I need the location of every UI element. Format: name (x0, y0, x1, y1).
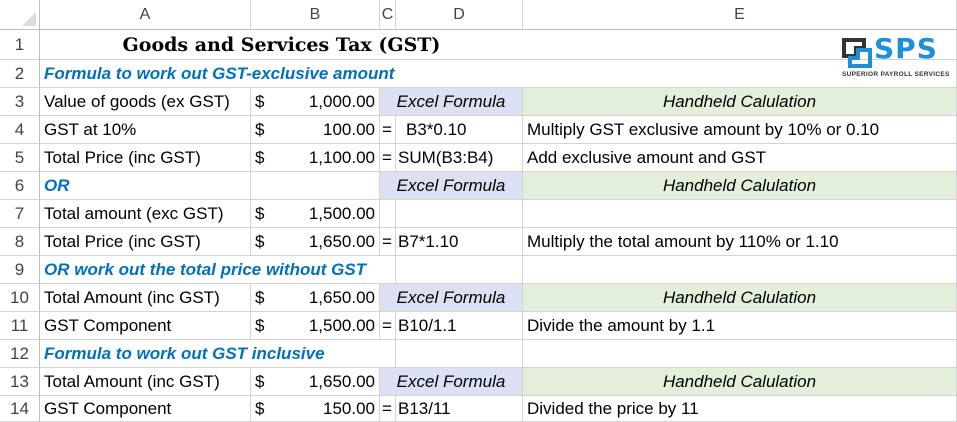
cell-d12[interactable] (396, 340, 523, 368)
cell-c8[interactable]: = (380, 228, 396, 256)
cell-c12[interactable] (380, 340, 396, 368)
row-header-1[interactable]: 1 (0, 30, 40, 60)
cell-d11[interactable]: B10/1.1 (396, 312, 523, 340)
cell-e5[interactable]: Add exclusive amount and GST (523, 144, 957, 172)
cell-c5[interactable]: = (380, 144, 396, 172)
cell-e11[interactable]: Divide the amount by 1.1 (523, 312, 957, 340)
cell-b10-symbol: $ (251, 284, 281, 312)
cell-d5[interactable]: SUM(B3:B4) (396, 144, 523, 172)
cell-d8[interactable]: B7*1.10 (396, 228, 523, 256)
cell-e14[interactable]: Divided the price by 11 (523, 396, 957, 422)
cell-a14[interactable]: GST Component (40, 396, 251, 422)
row-header-5[interactable]: 5 (0, 144, 40, 172)
row-header-8[interactable]: 8 (0, 228, 40, 256)
column-header-c[interactable]: C (380, 0, 396, 30)
sps-logo-icon (842, 38, 872, 68)
cell-b5[interactable]: 1,100.00 (281, 144, 380, 172)
section-heading: Formula to work out GST-exclusive amount (44, 63, 395, 83)
cell-b10[interactable]: 1,650.00 (281, 284, 380, 312)
column-header-a[interactable]: A (40, 0, 251, 30)
cell-c14[interactable]: = (380, 396, 396, 422)
cell-e12[interactable] (523, 340, 957, 368)
cell-d3-header[interactable]: Excel Formula (380, 88, 523, 116)
cell-b5-symbol: $ (251, 144, 281, 172)
row-header-12[interactable]: 12 (0, 340, 40, 368)
cell-d7[interactable] (396, 200, 523, 228)
select-all-corner[interactable] (0, 0, 40, 30)
row-header-4[interactable]: 4 (0, 116, 40, 144)
row-header-13[interactable]: 13 (0, 368, 40, 396)
cell-a12[interactable]: Formula to work out GST inclusive (40, 340, 380, 368)
cell-e4[interactable]: Multiply GST exclusive amount by 10% or … (523, 116, 957, 144)
cell-e8[interactable]: Multiply the total amount by 110% or 1.1… (523, 228, 957, 256)
column-header-e[interactable]: E (523, 0, 957, 30)
cell-b4-symbol: $ (251, 116, 281, 144)
cell-e10-header[interactable]: Handheld Calulation (523, 284, 957, 312)
row-header-10[interactable]: 10 (0, 284, 40, 312)
cell-a13[interactable]: Total Amount (inc GST) (40, 368, 251, 396)
cell-b13[interactable]: 1,650.00 (281, 368, 380, 396)
cell-a4[interactable]: GST at 10% (40, 116, 251, 144)
cell-title[interactable]: Goods and Services Tax (GST) (40, 30, 523, 60)
cell-a3[interactable]: Value of goods (ex GST) (40, 88, 251, 116)
cell-e7[interactable] (523, 200, 957, 228)
title-text: Goods and Services Tax (GST) (122, 33, 441, 56)
sps-logo: SPS SUPERIOR PAYROLL SERVICES (840, 32, 950, 82)
cell-b3-symbol: $ (251, 88, 281, 116)
row-header-2[interactable]: 2 (0, 60, 40, 88)
cell-b7[interactable]: 1,500.00 (281, 200, 380, 228)
logo-subtitle: SUPERIOR PAYROLL SERVICES (842, 71, 950, 78)
cell-b11[interactable]: 1,500.00 (281, 312, 380, 340)
cell-d13-header[interactable]: Excel Formula (380, 368, 523, 396)
cell-b4[interactable]: 100.00 (281, 116, 380, 144)
column-header-d[interactable]: D (396, 0, 523, 30)
cell-a11[interactable]: GST Component (40, 312, 251, 340)
row-header-11[interactable]: 11 (0, 312, 40, 340)
cell-e13-header[interactable]: Handheld Calulation (523, 368, 957, 396)
cell-a2[interactable]: Formula to work out GST-exclusive amount (40, 60, 523, 88)
cell-e6-header[interactable]: Handheld Calulation (523, 172, 957, 200)
cell-b11-symbol: $ (251, 312, 281, 340)
row-header-14[interactable]: 14 (0, 396, 40, 422)
cell-c4[interactable]: = (380, 116, 396, 144)
cell-d9[interactable] (396, 256, 523, 284)
column-header-b[interactable]: B (251, 0, 380, 30)
cell-a6[interactable]: OR (40, 172, 251, 200)
cell-a5[interactable]: Total Price (inc GST) (40, 144, 251, 172)
cell-a9[interactable]: OR work out the total price without GST (40, 256, 396, 284)
cell-b14-symbol: $ (251, 396, 281, 422)
cell-e3-header[interactable]: Handheld Calulation (523, 88, 957, 116)
cell-e9[interactable] (523, 256, 957, 284)
cell-b6[interactable] (251, 172, 380, 200)
row-header-3[interactable]: 3 (0, 88, 40, 116)
row-header-6[interactable]: 6 (0, 172, 40, 200)
cell-c11[interactable]: = (380, 312, 396, 340)
cell-d6-header[interactable]: Excel Formula (380, 172, 523, 200)
cell-b13-symbol: $ (251, 368, 281, 396)
spreadsheet-grid: A B C D E 1 2 3 4 5 6 7 8 9 10 11 12 13 … (0, 0, 957, 422)
cell-d14[interactable]: B13/11 (396, 396, 523, 422)
cell-a10[interactable]: Total Amount (inc GST) (40, 284, 251, 312)
cell-b7-symbol: $ (251, 200, 281, 228)
cell-d10-header[interactable]: Excel Formula (380, 284, 523, 312)
cell-b8[interactable]: 1,650.00 (281, 228, 380, 256)
logo-text: SPS (874, 32, 938, 65)
row-header-7[interactable]: 7 (0, 200, 40, 228)
cell-a8[interactable]: Total Price (inc GST) (40, 228, 251, 256)
cell-a7[interactable]: Total amount (exc GST) (40, 200, 251, 228)
row-header-9[interactable]: 9 (0, 256, 40, 284)
cell-d4[interactable]: B3*0.10 (396, 116, 523, 144)
cell-b14[interactable]: 150.00 (281, 396, 380, 422)
cell-c7[interactable] (380, 200, 396, 228)
cell-b8-symbol: $ (251, 228, 281, 256)
cell-b3[interactable]: 1,000.00 (281, 88, 380, 116)
